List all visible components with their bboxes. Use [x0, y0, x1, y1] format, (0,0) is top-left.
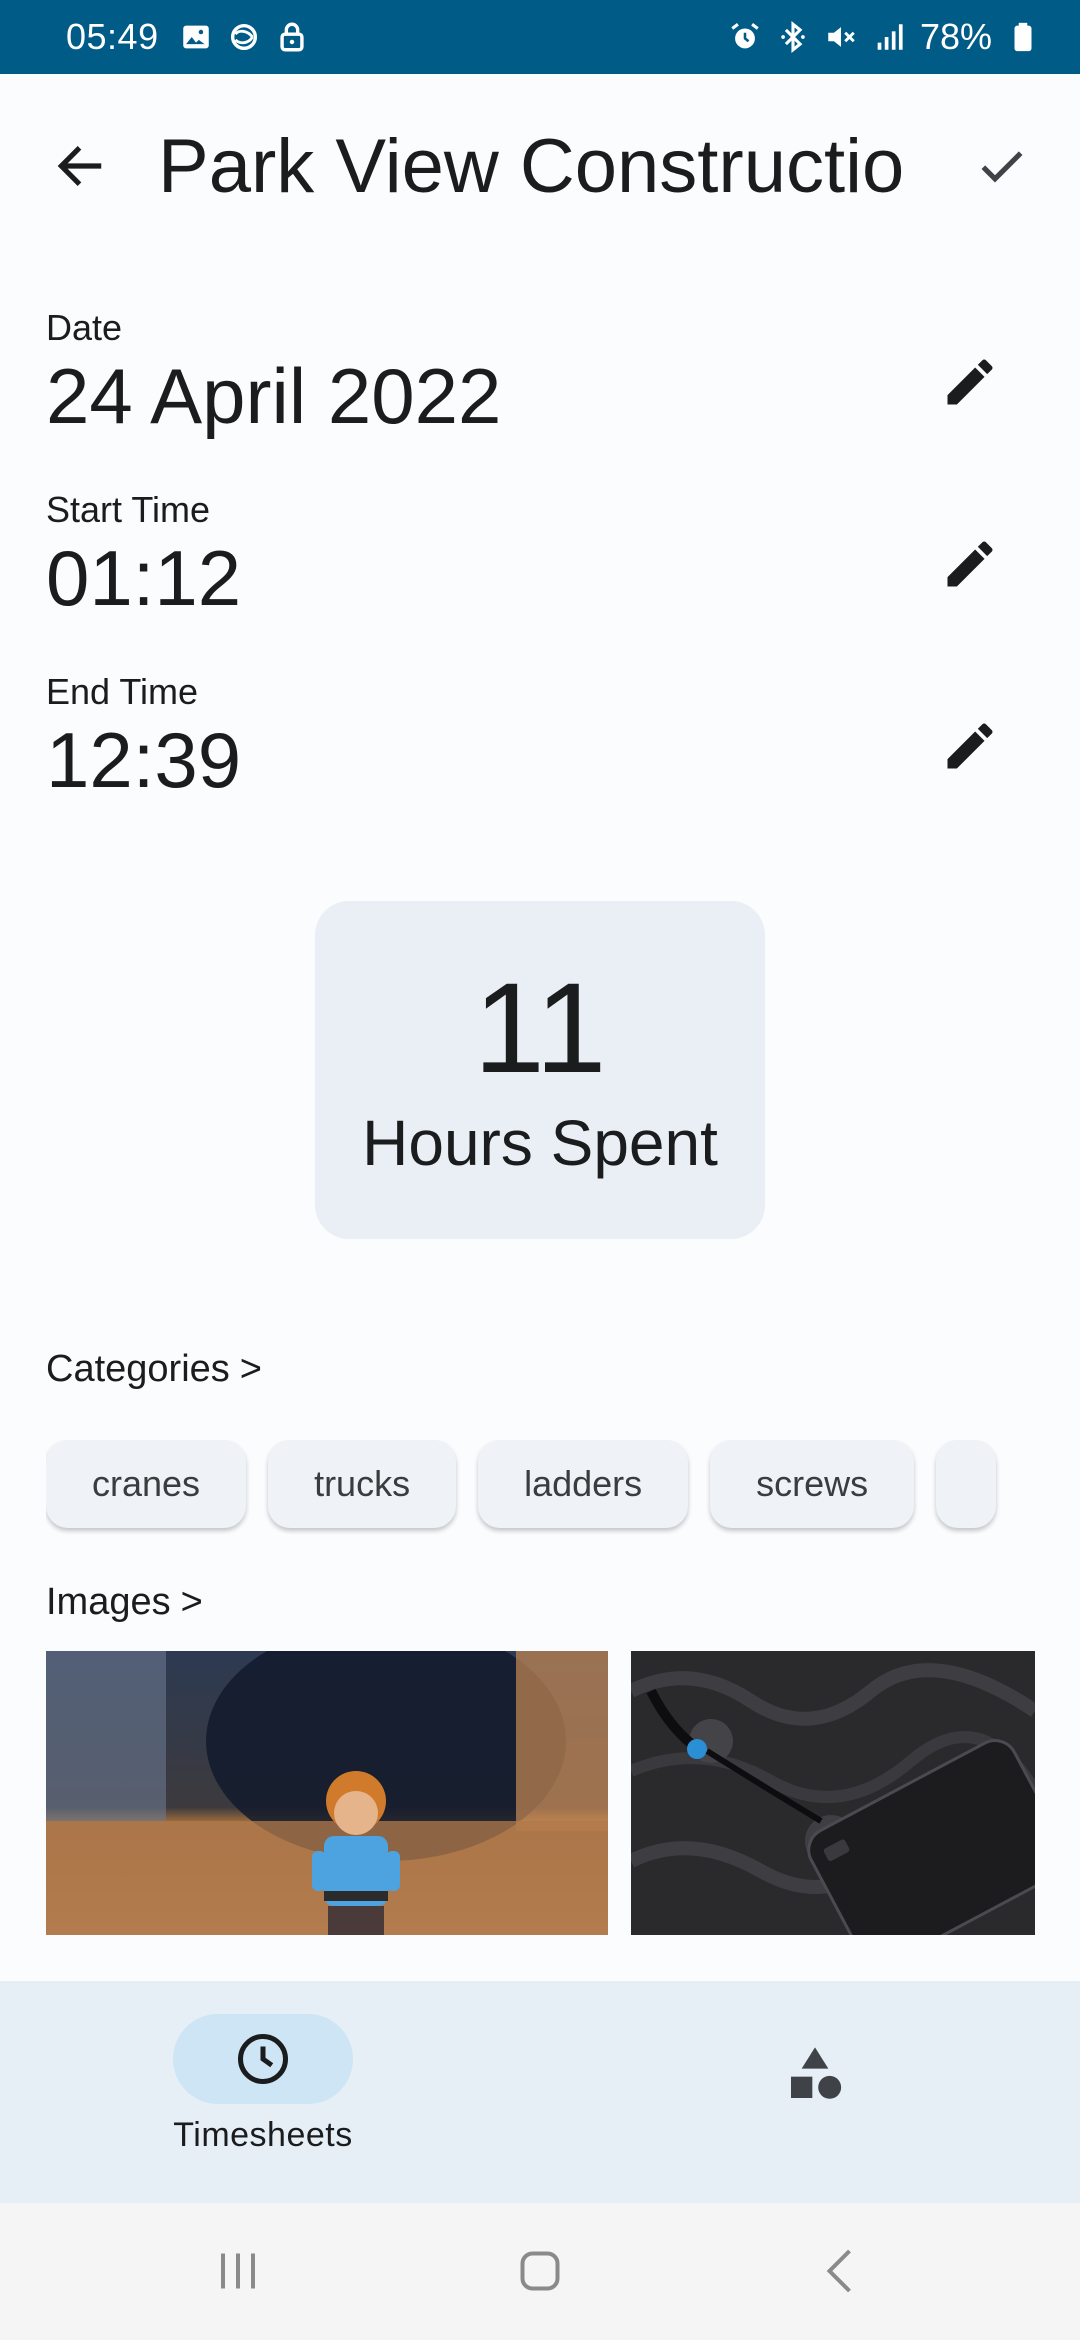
system-navigation-bar: [0, 2203, 1080, 2340]
bluetooth-icon: [776, 20, 810, 54]
alarm-icon: [728, 20, 762, 54]
end-time-label: End Time: [46, 671, 199, 712]
chevron-right-icon: >: [180, 1581, 203, 1623]
system-back-button[interactable]: [807, 2241, 877, 2301]
nav-selected-indicator: [173, 2014, 353, 2104]
edit-date-button[interactable]: [930, 342, 1010, 422]
date-value: 24 April 2022: [46, 352, 502, 440]
categories-label: Categories: [46, 1348, 230, 1390]
start-time-value: 01:12: [46, 534, 242, 622]
home-icon: [520, 2251, 560, 2291]
edit-pencil-icon: [947, 359, 993, 405]
start-time-label: Start Time: [46, 489, 211, 530]
edit-pencil-icon: [947, 723, 993, 769]
nav-label-timesheets: Timesheets: [173, 2116, 353, 2154]
date-field: Date 24 April 2022: [46, 306, 1046, 456]
images-label: Images: [46, 1581, 171, 1623]
mute-icon: [824, 20, 858, 54]
chevron-left-icon: [826, 2249, 851, 2293]
hours-spent-label: Hours Spent: [362, 1107, 718, 1179]
check-icon: [981, 151, 1023, 183]
back-button[interactable]: [40, 126, 120, 206]
category-chips: cranes trucks ladders screws: [46, 1440, 1036, 1540]
recents-icon: [221, 2253, 255, 2289]
battery-percentage: 78%: [919, 16, 992, 57]
save-button[interactable]: [962, 126, 1042, 206]
shapes-icon: [791, 2047, 842, 2099]
battery-icon: [1006, 20, 1040, 54]
date-label: Date: [46, 307, 123, 348]
start-time-field: Start Time 01:12: [46, 488, 1046, 638]
clock-icon: [238, 2034, 288, 2084]
category-chip[interactable]: trucks: [268, 1440, 457, 1528]
category-chip[interactable]: screws: [710, 1440, 915, 1528]
screen: 05:49 78% Park View Constructio Date 24 …: [0, 0, 1080, 2340]
signal-icon: [872, 20, 906, 54]
photo-powerbank: [631, 1651, 1035, 1935]
nav-icon-container: [770, 2029, 860, 2119]
images-header[interactable]: Images >: [46, 1579, 203, 1625]
category-chip-partial[interactable]: [936, 1440, 997, 1528]
status-bar-left: 05:49: [66, 16, 309, 58]
hours-spent-card: 11 Hours Spent: [315, 901, 765, 1239]
lock-icon: [275, 20, 309, 54]
image-thumbnail-powerbank[interactable]: [631, 1651, 1035, 1935]
recents-button[interactable]: [203, 2241, 273, 2301]
end-time-field: End Time 12:39: [46, 670, 1046, 820]
nav-item-timesheets[interactable]: Timesheets: [173, 2014, 353, 2155]
category-chip[interactable]: ladders: [478, 1440, 689, 1528]
edit-start-time-button[interactable]: [930, 524, 1010, 604]
arrow-back-icon: [57, 146, 102, 186]
edit-end-time-button[interactable]: [930, 706, 1010, 786]
edit-pencil-icon: [947, 541, 993, 587]
nav-item-categories[interactable]: [770, 2029, 860, 2119]
app-bar: Park View Constructio: [0, 74, 1080, 260]
photo-minifigure: [46, 1651, 608, 1935]
status-bar-right: 78%: [728, 16, 1040, 58]
status-time: 05:49: [66, 16, 159, 57]
categories-header[interactable]: Categories >: [46, 1346, 262, 1392]
category-chip[interactable]: cranes: [46, 1440, 247, 1528]
chevron-right-icon: >: [239, 1348, 262, 1390]
bottom-navigation: Timesheets: [0, 1981, 1080, 2203]
end-time-value: 12:39: [46, 716, 242, 804]
hours-spent-value: 11: [473, 957, 607, 1100]
page-title: Park View Constructio: [158, 124, 905, 209]
sync-icon: [227, 20, 261, 54]
image-thumbnail-figure[interactable]: [46, 1651, 608, 1935]
image-icon: [179, 20, 213, 54]
status-bar: 05:49 78%: [0, 0, 1080, 74]
home-button[interactable]: [505, 2241, 575, 2301]
